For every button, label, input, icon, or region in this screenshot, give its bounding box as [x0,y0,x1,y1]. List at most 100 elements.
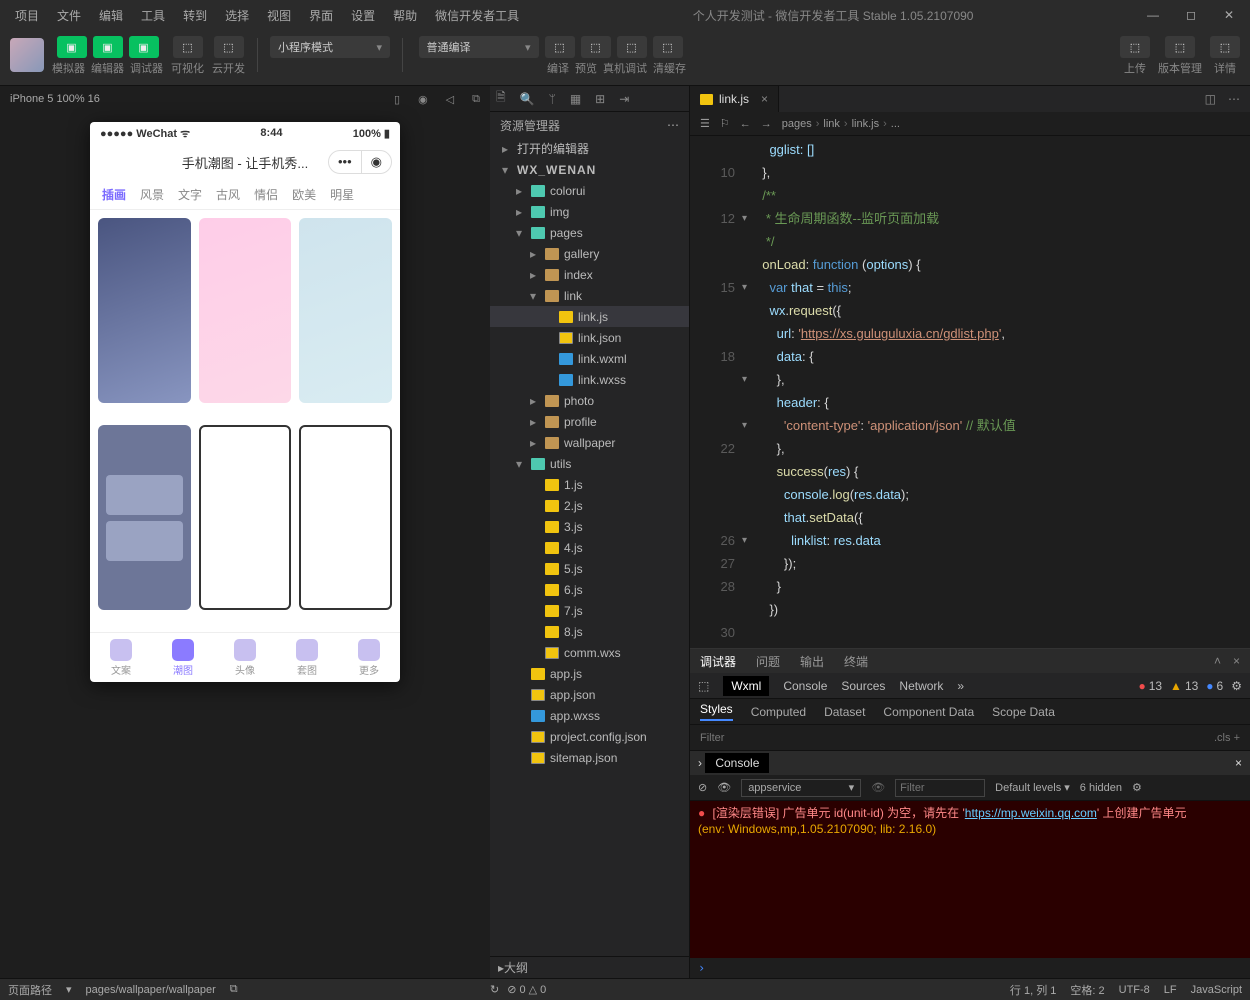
tree-item[interactable]: link.js [490,306,689,327]
settings-icon[interactable]: ⚙ [1132,781,1142,794]
devtools-tool-tab[interactable]: Network [899,679,943,693]
wallpaper-card[interactable] [299,425,392,610]
bookmark-icon[interactable]: ⚐ [720,117,730,130]
category-tab[interactable]: 文字 [178,186,202,203]
tree-item[interactable]: ▸wallpaper [490,432,689,453]
menu-item[interactable]: 编辑 [92,4,130,27]
toolbar-button[interactable]: ▣ [93,36,123,58]
menu-item[interactable]: 转到 [176,4,214,27]
context-select[interactable]: appservice▾ [741,779,861,797]
devtools-tab[interactable]: 输出 [800,653,824,670]
tree-item[interactable]: ▸gallery [490,243,689,264]
toolbar-button[interactable]: ⬚ [1210,36,1240,58]
category-tab[interactable]: 明星 [330,186,354,203]
outline-section[interactable]: 大纲 [504,959,528,976]
tree-item[interactable]: ▸photo [490,390,689,411]
capsule-button[interactable]: •••◉ [328,150,392,174]
clear-icon[interactable]: ⊘ [698,781,707,794]
back-icon[interactable]: ← [740,118,751,130]
tree-item[interactable]: comm.wxs [490,642,689,663]
device-label[interactable]: iPhone 5 100% 16 [10,93,100,105]
menu-item[interactable]: 微信开发者工具 [428,4,526,27]
toolbar-button[interactable]: ▣ [57,36,87,58]
tree-item[interactable]: 2.js [490,495,689,516]
tree-item[interactable]: link.json [490,327,689,348]
wallpaper-card[interactable] [199,425,292,610]
tree-item[interactable]: ▸img [490,201,689,222]
toolbar-button[interactable]: ⬚ [214,36,244,58]
category-tab[interactable]: 风景 [140,186,164,203]
tree-item[interactable]: ▸index [490,264,689,285]
styles-tab[interactable]: Dataset [824,705,865,719]
nav-item[interactable]: 潮图 [172,639,194,677]
menu-item[interactable]: 项目 [8,4,46,27]
tree-item[interactable]: project.config.json [490,726,689,747]
debug-icon[interactable]: ▦ [570,92,581,106]
problems-count[interactable]: ⊘ 0 △ 0 [507,983,546,996]
branch-icon[interactable]: ᛘ [549,92,556,106]
category-tab[interactable]: 古风 [216,186,240,203]
tree-item[interactable]: 7.js [490,600,689,621]
menu-item[interactable]: 设置 [344,4,382,27]
eye-icon[interactable]: 👁 [717,781,731,794]
page-path-label[interactable]: 页面路径 [8,982,52,998]
toolbar-button[interactable]: ⬚ [1120,36,1150,58]
maximize-button[interactable]: ◻ [1178,8,1204,22]
tree-item[interactable]: ▾pages [490,222,689,243]
close-icon[interactable]: × [1233,654,1240,668]
status-item[interactable]: JavaScript [1191,984,1242,996]
console-prompt[interactable]: › [690,958,1250,978]
tree-item[interactable]: app.js [490,663,689,684]
console-filter[interactable] [895,779,985,797]
styles-filter[interactable]: Filter [700,732,724,744]
styles-tab[interactable]: Computed [751,705,806,719]
devtools-tool-tab[interactable]: Wxml [723,676,769,696]
editor-tab[interactable]: link.js× [690,86,779,112]
refresh-icon[interactable]: ↻ [490,983,499,996]
code-editor[interactable]: 10 12▾ 15▾ 18 ▾ ▾22 26▾2728 30 gglist: [… [690,136,1250,648]
nav-item[interactable]: 套图 [296,639,318,677]
nav-item[interactable]: 文案 [110,639,132,677]
styles-tab[interactable]: Styles [700,702,733,721]
status-item[interactable]: LF [1164,984,1177,996]
tree-section[interactable]: ▾WX_WENAN [490,159,689,180]
tree-item[interactable]: app.wxss [490,705,689,726]
plugin-icon[interactable]: ⇥ [619,92,629,106]
toolbar-button[interactable]: ⬚ [617,36,647,58]
status-item[interactable]: 行 1, 列 1 [1010,982,1056,998]
menu-item[interactable]: 工具 [134,4,172,27]
tree-item[interactable]: ▸colorui [490,180,689,201]
caret-icon[interactable]: › [698,756,702,770]
visibility-icon[interactable]: 👁 [871,781,885,794]
wallpaper-card[interactable] [199,218,292,403]
forward-icon[interactable]: → [761,118,772,130]
devtools-tab[interactable]: 终端 [844,653,868,670]
tree-item[interactable]: 1.js [490,474,689,495]
tree-item[interactable]: 4.js [490,537,689,558]
sim-tool-icon[interactable]: ◉ [418,93,428,106]
close-tab-icon[interactable]: × [761,92,768,106]
tree-item[interactable]: link.wxml [490,348,689,369]
menu-item[interactable]: 文件 [50,4,88,27]
wallpaper-card[interactable] [299,218,392,403]
close-button[interactable]: ✕ [1216,8,1242,22]
wallpaper-card[interactable] [98,218,191,403]
extension-icon[interactable]: ⊞ [595,92,605,106]
compile-combo[interactable]: 普通编译▾ [419,36,539,58]
tree-item[interactable]: 8.js [490,621,689,642]
tree-item[interactable]: 3.js [490,516,689,537]
close-console-icon[interactable]: × [1235,756,1242,770]
devtools-tab[interactable]: 调试器 [700,653,736,670]
more-icon[interactable]: » [957,679,964,693]
copy-icon[interactable]: ⧉ [230,983,238,996]
wallpaper-card[interactable] [98,425,191,610]
sim-tool-icon[interactable]: ◁ [446,93,454,106]
tree-item[interactable]: sitemap.json [490,747,689,768]
add-icon[interactable]: + [1234,732,1240,744]
sim-tool-icon[interactable]: ⧉ [472,93,480,106]
tree-item[interactable]: ▾utils [490,453,689,474]
hidden-count[interactable]: 6 hidden [1080,782,1122,794]
nav-item[interactable]: 头像 [234,639,256,677]
search-icon[interactable]: 🔍 [520,92,535,106]
mode-combo[interactable]: 小程序模式▾ [270,36,390,58]
